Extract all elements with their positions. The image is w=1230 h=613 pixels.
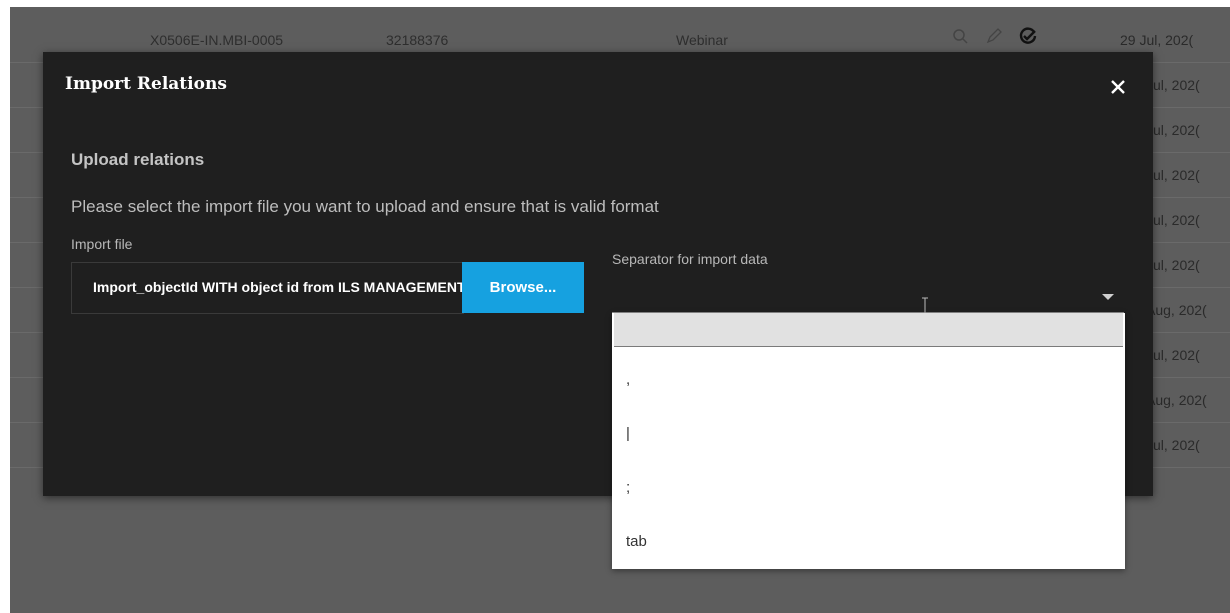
separator-label: Separator for import data [612, 251, 768, 267]
check-circle-icon[interactable] [1018, 26, 1038, 46]
row-date: Jul, 202( [1146, 257, 1200, 273]
row-code: X0506E-IN.MBI-0005 [150, 32, 284, 48]
row-date: 29 Jul, 202( [1120, 32, 1194, 48]
import-file-field[interactable]: Import_objectId WITH object id from ILS … [71, 262, 464, 314]
section-title: Upload relations [71, 150, 205, 169]
row-date: Aug, 202( [1146, 392, 1207, 408]
page-edge [0, 0, 1230, 7]
row-date: Jul, 202( [1146, 212, 1200, 228]
dropdown-selected-value[interactable] [614, 313, 1123, 347]
option-label: , [626, 371, 631, 388]
chevron-down-icon[interactable] [1101, 292, 1115, 302]
row-type: Webinar [676, 32, 728, 48]
page-edge [0, 0, 10, 613]
import-file-label: Import file [71, 236, 133, 252]
dropdown-option-tab[interactable]: tab [612, 517, 1125, 567]
option-label: ; [626, 479, 631, 496]
dropdown-option-comma[interactable]: , [612, 355, 1125, 405]
instructions-text: Please select the import file you want t… [71, 197, 659, 216]
row-number: 32188376 [386, 32, 449, 48]
edit-icon[interactable] [984, 26, 1004, 46]
dropdown-option-semicolon[interactable]: ; [612, 463, 1125, 513]
row-date: Aug, 202( [1146, 302, 1207, 318]
close-icon [1111, 80, 1125, 94]
row-date: Jul, 202( [1146, 122, 1200, 138]
row-actions [950, 26, 1038, 46]
option-label: tab [626, 533, 647, 550]
search-icon[interactable] [950, 26, 970, 46]
import-file-value: Import_objectId WITH object id from ILS … [93, 279, 463, 295]
close-button[interactable] [1105, 74, 1131, 100]
browse-button[interactable]: Browse... [462, 262, 584, 313]
row-date: Jul, 202( [1146, 77, 1200, 93]
option-label: | [626, 425, 630, 442]
separator-dropdown: , | ; tab [612, 313, 1125, 569]
row-date: Jul, 202( [1146, 437, 1200, 453]
row-date: Jul, 202( [1146, 347, 1200, 363]
modal-title: Import Relations [65, 74, 227, 94]
dropdown-option-pipe[interactable]: | [612, 409, 1125, 459]
row-date: Jul, 202( [1146, 167, 1200, 183]
